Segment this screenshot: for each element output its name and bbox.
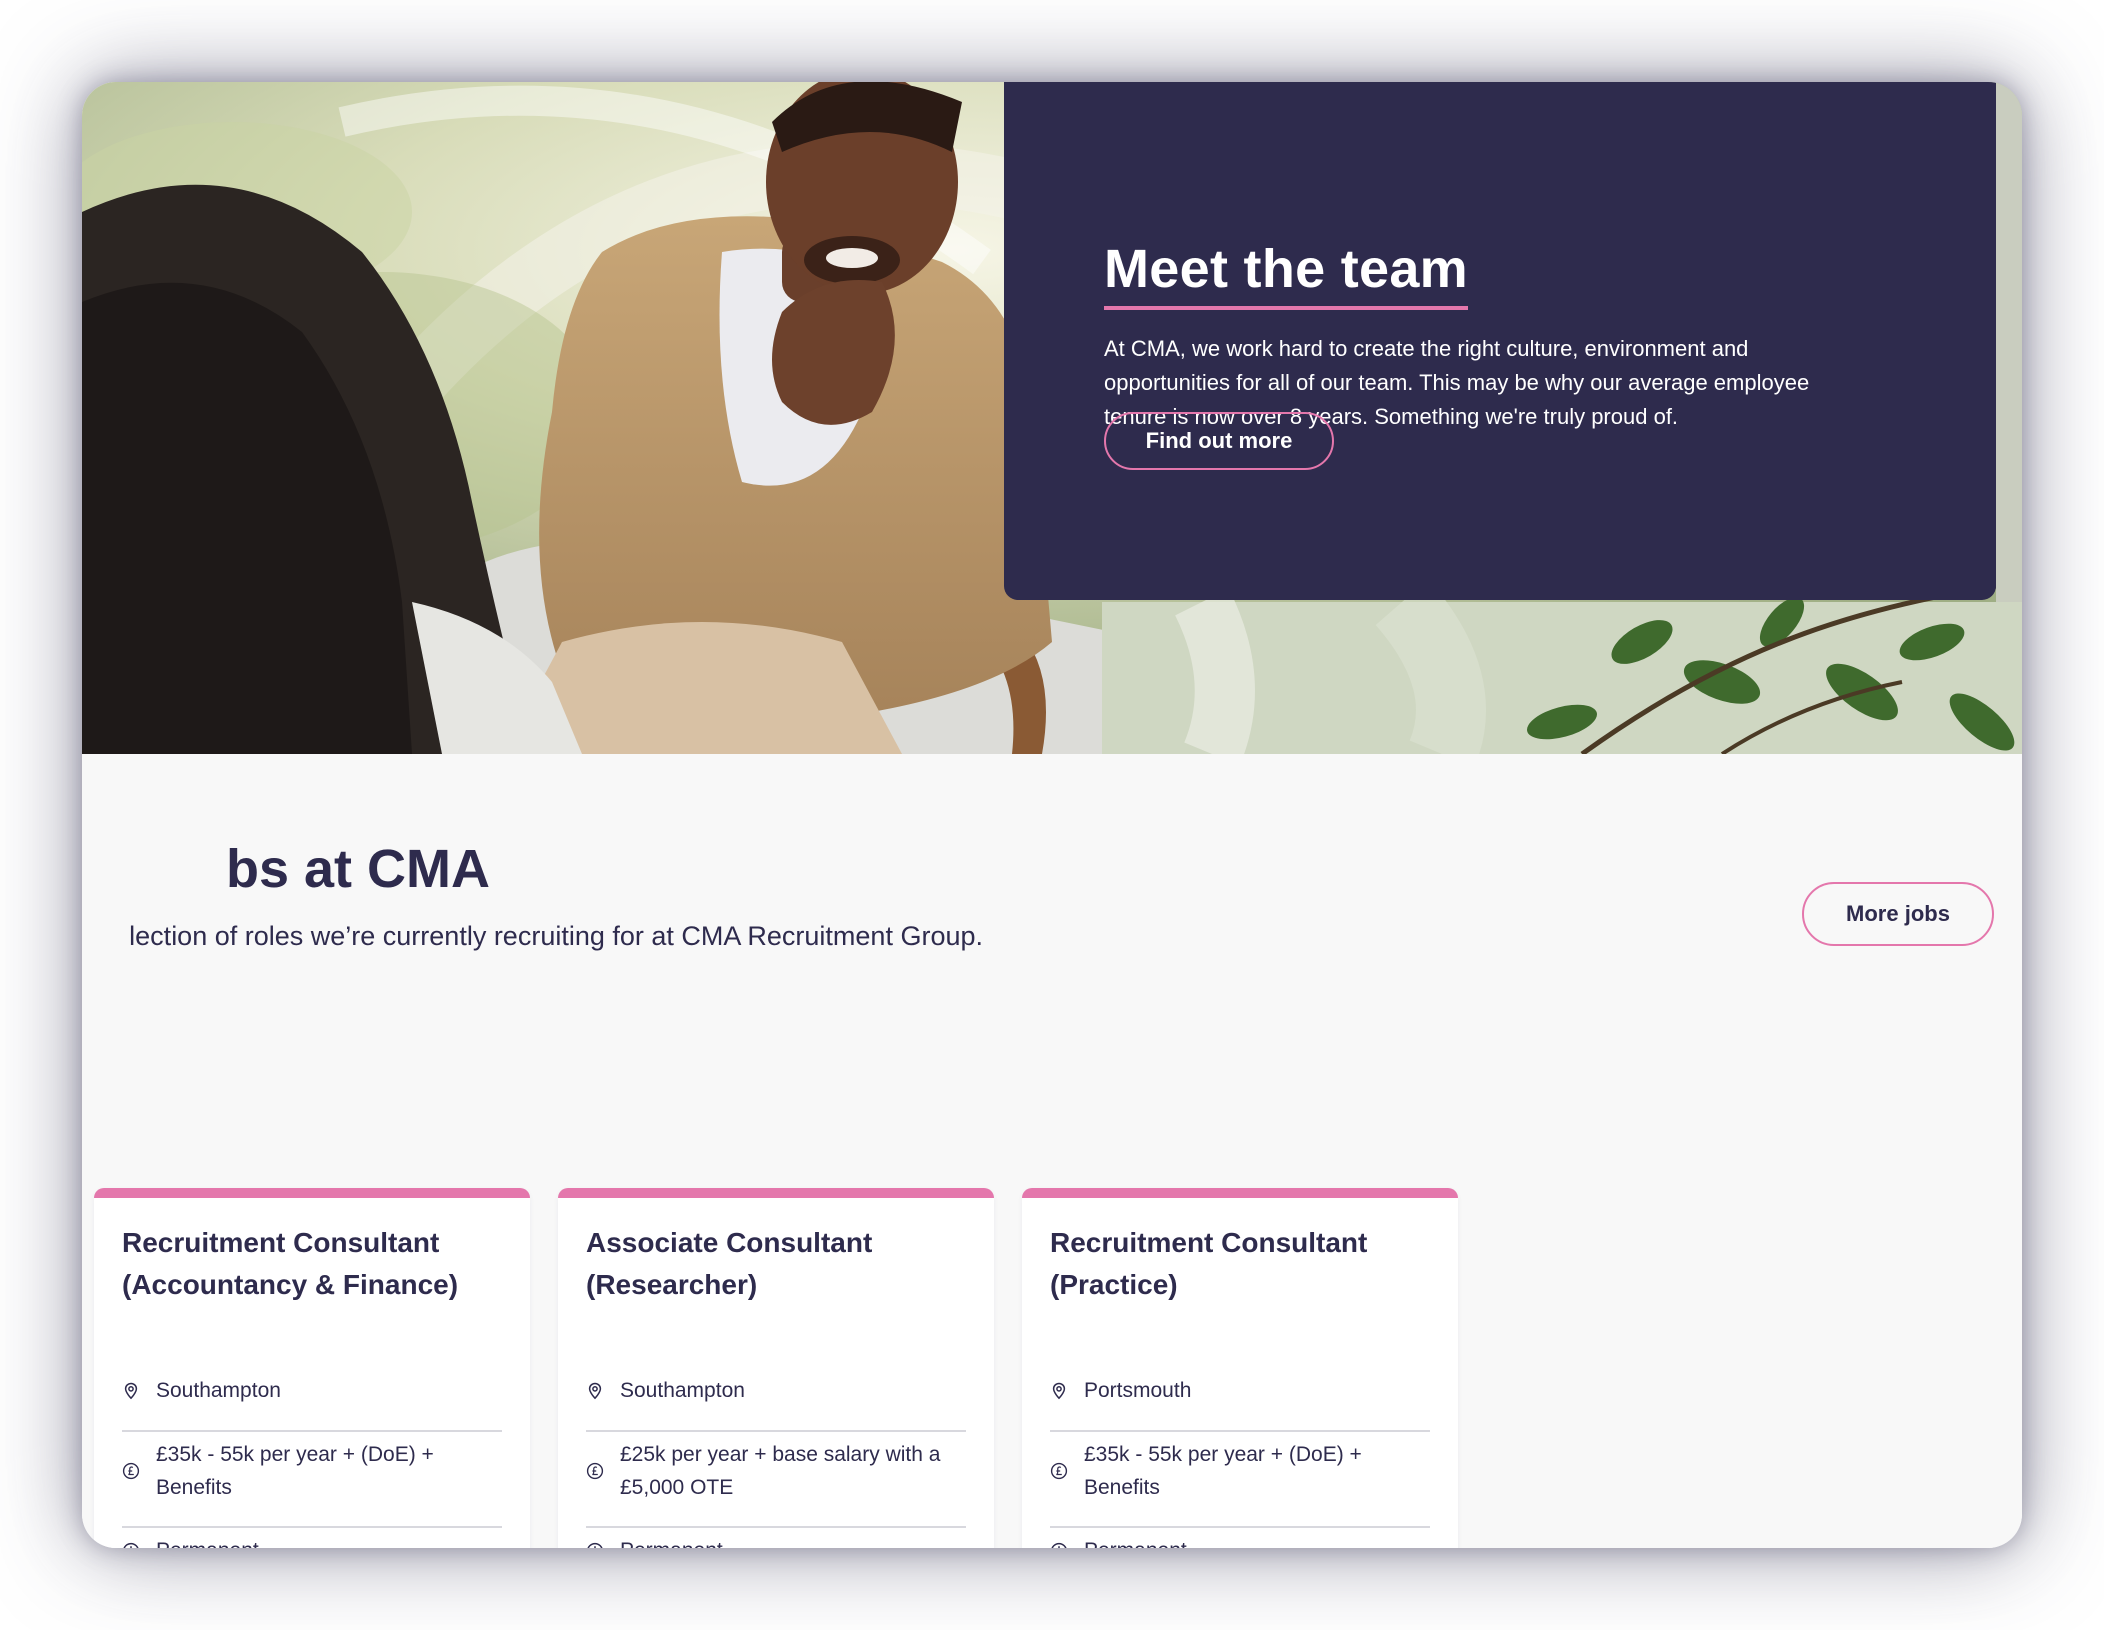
browser-viewport: Meet the team At CMA, we work hard to cr…: [82, 82, 2022, 1548]
job-title[interactable]: Recruitment Consultant (Practice): [1050, 1222, 1440, 1306]
row-divider: [122, 1526, 502, 1528]
pound-coin-icon: [1050, 1462, 1068, 1480]
job-title[interactable]: Recruitment Consultant (Accountancy & Fi…: [122, 1222, 512, 1306]
jobs-subheading: lection of roles we’re currently recruit…: [129, 921, 983, 951]
meet-the-team-hero: Meet the team At CMA, we work hard to cr…: [82, 82, 2022, 754]
row-divider: [586, 1526, 966, 1528]
map-pin-icon: [588, 1382, 602, 1400]
pound-coin-icon: [586, 1462, 604, 1480]
job-salary-text: £35k - 55k per year + (DoE) + Benefits: [156, 1443, 434, 1499]
map-pin-icon: [1052, 1382, 1066, 1400]
job-card[interactable]: Recruitment Consultant (Accountancy & Fi…: [94, 1188, 530, 1548]
job-card[interactable]: Associate Consultant (Researcher) Southa…: [558, 1188, 994, 1548]
hero-title: Meet the team: [1104, 234, 1468, 310]
job-contract-type-text: Permanent: [156, 1534, 502, 1548]
row-divider: [1050, 1430, 1430, 1432]
clock-icon: [587, 1542, 603, 1548]
clock-icon: [1051, 1542, 1067, 1548]
job-location-text: Southampton: [156, 1379, 281, 1402]
job-location-text: Portsmouth: [1084, 1379, 1192, 1402]
pound-coin-icon: [122, 1462, 140, 1480]
job-salary-text: £35k - 55k per year + (DoE) + Benefits: [1084, 1443, 1362, 1499]
find-out-more-button[interactable]: Find out more: [1104, 412, 1334, 470]
job-salary-text: £25k per year + base salary with a £5,00…: [620, 1443, 941, 1499]
row-divider: [1050, 1526, 1430, 1528]
job-contract-type-text: Permanent: [1084, 1534, 1430, 1548]
job-location-text: Southampton: [620, 1379, 745, 1402]
row-divider: [586, 1430, 966, 1432]
more-jobs-button[interactable]: More jobs: [1802, 882, 1994, 946]
job-card[interactable]: Recruitment Consultant (Practice) Portsm…: [1022, 1188, 1458, 1548]
job-title[interactable]: Associate Consultant (Researcher): [586, 1222, 976, 1306]
job-contract-type-text: Permanent: [620, 1534, 966, 1548]
jobs-section: bs at CMA lection of roles we’re current…: [82, 754, 2022, 1548]
row-divider: [122, 1430, 502, 1432]
map-pin-icon: [124, 1382, 138, 1400]
clock-icon: [123, 1542, 139, 1548]
jobs-heading: bs at CMA: [225, 839, 490, 899]
